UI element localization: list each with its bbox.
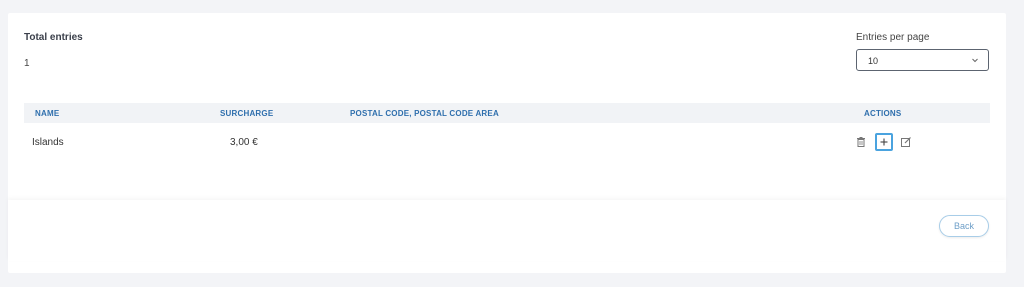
total-entries-label: Total entries <box>24 32 83 43</box>
total-entries-value: 1 <box>24 58 30 69</box>
column-header-postal-code: POSTAL CODE, POSTAL CODE AREA <box>350 109 499 118</box>
column-header-name: NAME <box>35 109 60 118</box>
entries-per-page-value: 10 <box>868 56 879 66</box>
column-header-surcharge: SURCHARGE <box>220 109 274 118</box>
row-name: Islands <box>32 137 64 148</box>
entries-per-page-label: Entries per page <box>856 32 930 43</box>
add-icon[interactable] <box>875 133 893 151</box>
footer-bar: Back <box>8 200 1006 261</box>
table-row: Islands 3,00 € <box>24 123 990 163</box>
column-header-actions: ACTIONS <box>864 109 902 118</box>
chevron-down-icon <box>972 58 978 63</box>
entries-per-page-select[interactable]: 10 <box>856 49 989 71</box>
delete-icon[interactable] <box>854 135 868 149</box>
table-header: NAME SURCHARGE POSTAL CODE, POSTAL CODE … <box>24 103 990 123</box>
row-surcharge: 3,00 € <box>230 137 258 148</box>
back-button[interactable]: Back <box>939 215 989 237</box>
edit-icon[interactable] <box>899 135 913 149</box>
